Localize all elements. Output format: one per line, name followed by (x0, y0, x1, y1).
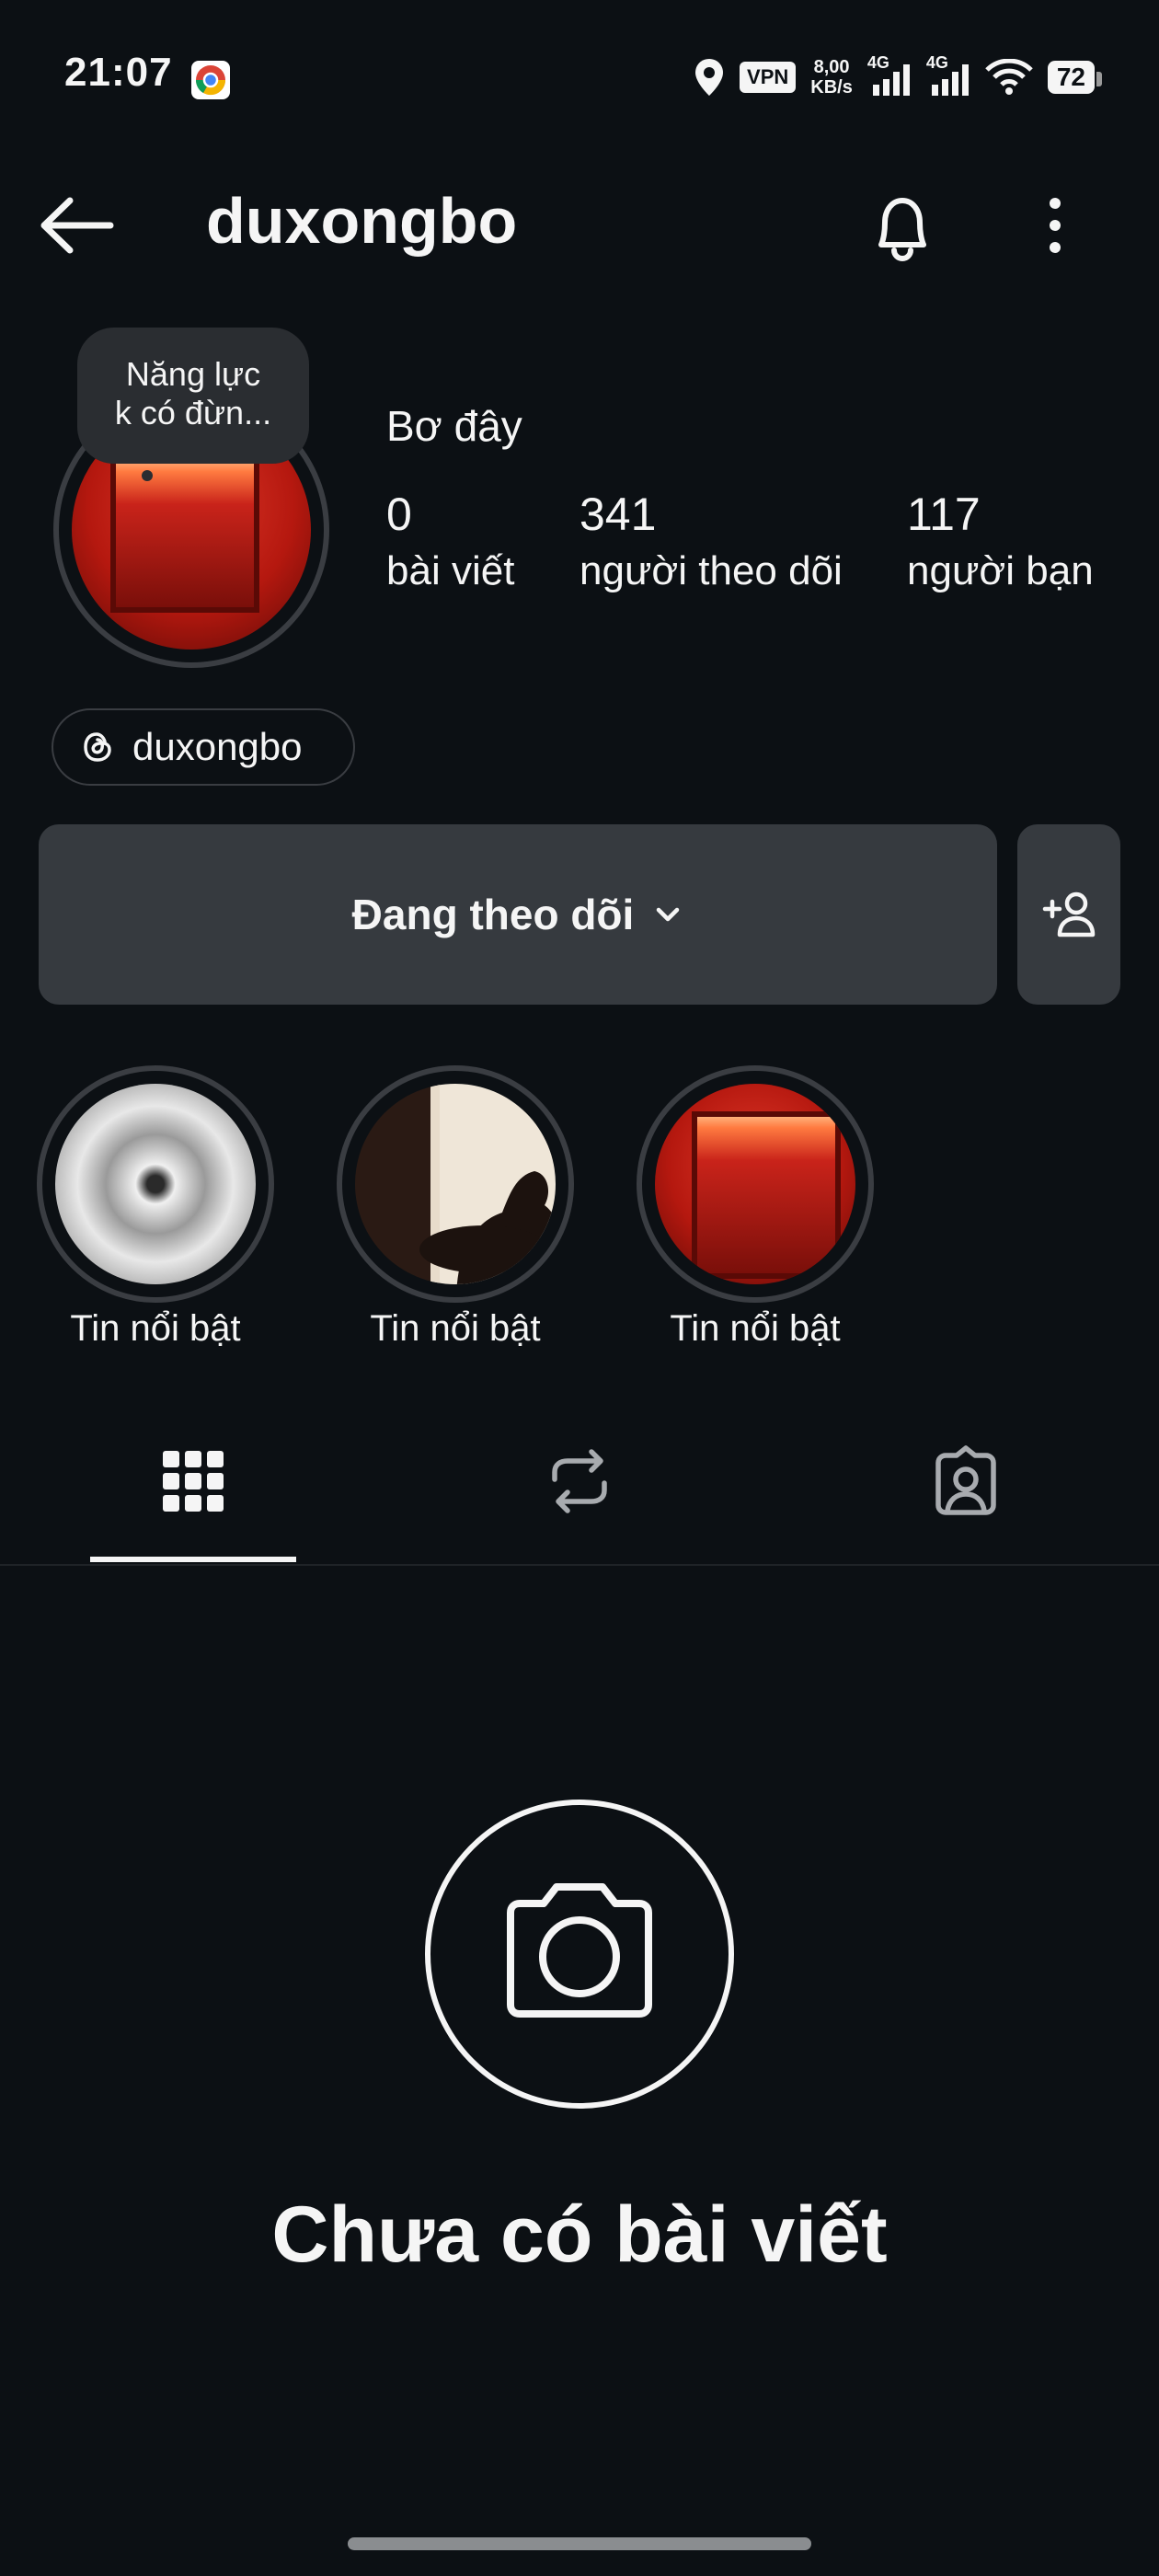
bell-icon (878, 198, 926, 261)
posts-count[interactable]: 0 (386, 488, 412, 541)
grid-icon (163, 1451, 224, 1512)
chevron-down-icon (657, 907, 680, 922)
network-speed: 8,00 KB/s (810, 57, 853, 98)
threads-link[interactable]: duxongbo (52, 708, 355, 786)
signal-1-icon: 4G (867, 53, 912, 98)
add-person-icon (1042, 891, 1096, 937)
camera-icon (507, 1883, 652, 2018)
tab-divider (0, 1564, 1159, 1566)
threads-icon (84, 732, 111, 762)
highlight-1[interactable] (37, 1065, 274, 1303)
wifi-icon (985, 59, 1033, 95)
add-friend-button[interactable] (1017, 824, 1120, 1005)
highlight-3-label: Tin nổi bật (670, 1308, 841, 1349)
tagged-icon (935, 1445, 996, 1515)
more-vertical-icon (1050, 198, 1061, 253)
empty-state-title: Chưa có bài viết (271, 2191, 888, 2279)
note-bubble[interactable]: Năng lực k có đừn... (77, 328, 309, 481)
battery-icon: 72 (1047, 61, 1103, 94)
profile-bio: Bơ đây (386, 402, 522, 450)
highlight-1-label: Tin nổi bật (70, 1308, 241, 1349)
notifications-button[interactable] (861, 184, 944, 267)
status-icons: VPN 8,00 KB/s 4G 4G 72 (694, 52, 1103, 103)
signal-2-icon: 4G (926, 53, 970, 98)
more-options-button[interactable] (1023, 189, 1087, 262)
back-button[interactable] (37, 193, 120, 258)
arrow-left-icon (40, 197, 114, 254)
note-line-1: Năng lực (125, 355, 261, 393)
note-line-2: k có đừn... (114, 394, 272, 431)
chrome-icon (191, 61, 230, 99)
profile-username: duxongbo (206, 185, 518, 257)
following-label: Đang theo dõi (351, 891, 635, 938)
status-time: 21:07 (64, 50, 173, 95)
posts-label[interactable]: bài viết (386, 548, 514, 594)
tab-posts-grid[interactable] (138, 1426, 248, 1536)
tab-reposts[interactable] (524, 1426, 635, 1536)
location-icon (695, 59, 724, 96)
home-indicator[interactable] (348, 2537, 811, 2550)
highlight-2[interactable] (337, 1065, 574, 1303)
empty-state-camera (425, 1800, 734, 2109)
following-button[interactable]: Đang theo dõi (39, 824, 997, 1005)
followers-count[interactable]: 341 (580, 488, 656, 541)
vpn-badge: VPN (740, 62, 797, 93)
followers-label[interactable]: người theo dõi (580, 548, 843, 594)
active-tab-indicator (90, 1557, 296, 1562)
friends-count[interactable]: 117 (907, 488, 981, 541)
highlight-3[interactable] (637, 1065, 874, 1303)
threads-handle: duxongbo (132, 725, 303, 768)
highlight-2-label: Tin nổi bật (370, 1308, 541, 1349)
friends-label[interactable]: người bạn (907, 548, 1094, 594)
tab-tagged[interactable] (911, 1426, 1021, 1536)
repost-icon (552, 1449, 607, 1513)
